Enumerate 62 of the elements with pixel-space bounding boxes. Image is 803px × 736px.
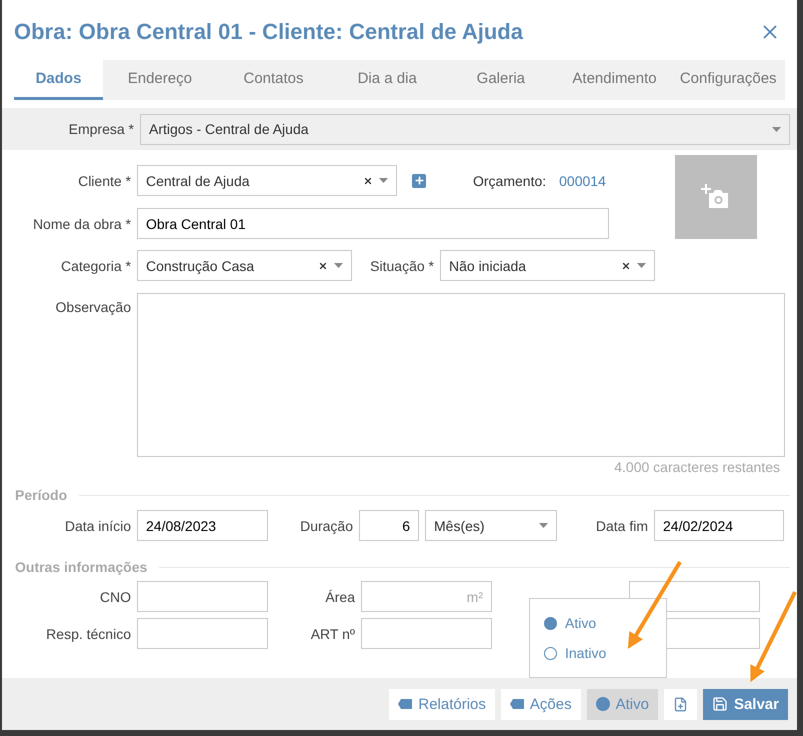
date-field[interactable]: 24/02/2024 (654, 510, 784, 541)
add-photo-icon (701, 184, 731, 210)
field-label: CNO (98, 588, 132, 604)
character-counter: 4.000 caracteres restantes (614, 459, 780, 475)
dialog-title: Obra: Obra Central 01 - Cliente: Central de Ajuda (14, 19, 523, 45)
tab[interactable]: Atendimento (558, 60, 672, 100)
category-select[interactable]: Construção Casa (137, 250, 352, 281)
status-option[interactable]: Inativo (544, 645, 666, 661)
field-label: Cliente * (77, 172, 132, 188)
budget-link[interactable]: 000014 (559, 172, 606, 188)
field-label: Data fim (594, 518, 649, 534)
tab[interactable]: Configurações (671, 60, 786, 100)
date-field[interactable]: 24/08/2023 (137, 510, 268, 541)
tab[interactable]: Dados (14, 60, 103, 100)
tab[interactable]: Dia a dia (330, 60, 444, 100)
field-label: Categoria * (60, 258, 132, 274)
menu-button[interactable]: Relatórios (389, 688, 495, 720)
add-document-button[interactable] (664, 688, 697, 720)
clear-icon[interactable] (363, 176, 373, 186)
field-label: Resp. técnico (45, 626, 132, 642)
add-icon[interactable] (412, 174, 426, 188)
tag-icon (398, 699, 412, 709)
field-label: Orçamento: (473, 172, 546, 188)
field-label: ART nº (310, 626, 356, 642)
section-heading: Período (15, 487, 68, 503)
input-field[interactable]: Obra Central 01 (137, 208, 609, 239)
dropdown-caret-icon (539, 523, 548, 528)
photo-placeholder[interactable] (675, 155, 757, 239)
tab[interactable]: Contatos (216, 60, 330, 100)
clear-icon[interactable] (318, 260, 328, 270)
status-button[interactable]: Ativo (586, 688, 658, 720)
input-field[interactable] (137, 618, 268, 649)
field-label: Observação (54, 298, 132, 315)
input-field[interactable] (361, 618, 492, 649)
menu-button[interactable]: Ações (500, 688, 581, 720)
tag-icon (510, 699, 524, 709)
status-dot-icon (596, 697, 610, 711)
dropdown-caret-icon (637, 263, 646, 268)
tab[interactable]: Endereço (103, 60, 217, 100)
field-label: Área (324, 588, 356, 604)
dropdown-caret-icon (379, 178, 388, 183)
duration-field[interactable]: 6 (359, 510, 419, 541)
status-select[interactable]: Não iniciada (440, 250, 655, 281)
document-plus-icon (672, 696, 688, 712)
client-select[interactable]: Central de Ajuda (137, 165, 397, 196)
input-field[interactable] (137, 581, 268, 612)
status-option[interactable]: Ativo (544, 615, 666, 631)
tab[interactable]: Galeria (444, 60, 558, 100)
field-label: Situação * (369, 258, 435, 274)
company-select[interactable]: Artigos - Central de Ajuda (140, 114, 790, 144)
clear-icon[interactable] (621, 260, 631, 270)
dropdown-caret-icon (334, 263, 343, 268)
field-label: Empresa * (68, 121, 135, 137)
field-label: Duração (299, 518, 354, 534)
field-label: Nome da obra * (32, 216, 132, 232)
area-field[interactable]: m² (361, 581, 492, 612)
field-label: Data início (64, 518, 132, 534)
section-heading: Outras informações (15, 559, 148, 575)
save-button[interactable]: Salvar (702, 688, 788, 720)
save-icon (712, 696, 728, 712)
dropdown-caret-icon (772, 126, 781, 132)
unit-select[interactable]: Mês(es) (425, 510, 557, 541)
